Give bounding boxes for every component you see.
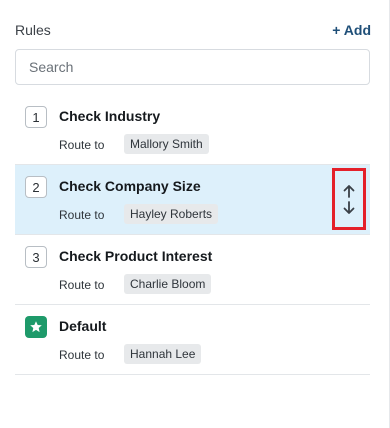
- rules-list: 1 Check Industry Route to Mallory Smith …: [15, 95, 370, 375]
- assignee-chip: Charlie Bloom: [124, 274, 212, 294]
- rule-number: 2: [25, 176, 47, 198]
- rule-name: Check Industry: [59, 108, 161, 124]
- move-down-arrow-icon[interactable]: [343, 200, 355, 215]
- assignee-chip: Hayley Roberts: [124, 204, 219, 224]
- rules-header: Rules + Add: [15, 20, 371, 40]
- route-label: Route to: [59, 348, 105, 362]
- rule-name: Check Product Interest: [59, 248, 213, 264]
- route-label: Route to: [59, 278, 105, 292]
- assignee-chip: Mallory Smith: [124, 134, 209, 154]
- route-label: Route to: [59, 138, 105, 152]
- rules-panel: Rules + Add 1 Check Industry Route to Ma…: [0, 0, 390, 428]
- default-badge: [25, 316, 47, 338]
- search-box[interactable]: [15, 49, 370, 85]
- move-up-arrow-icon[interactable]: [343, 184, 355, 198]
- assignee-chip: Hannah Lee: [124, 344, 202, 364]
- rules-title: Rules: [15, 22, 51, 38]
- rule-row-check-company-size[interactable]: 2 Check Company Size Route to Hayley Rob…: [15, 165, 370, 235]
- rule-row-check-product-interest[interactable]: 3 Check Product Interest Route to Charli…: [15, 235, 370, 305]
- rule-name: Check Company Size: [59, 178, 201, 194]
- route-label: Route to: [59, 208, 105, 222]
- search-input[interactable]: [29, 50, 356, 84]
- rule-number: 3: [25, 246, 47, 268]
- rule-row-default[interactable]: Default Route to Hannah Lee: [15, 305, 370, 375]
- rule-row-check-industry[interactable]: 1 Check Industry Route to Mallory Smith: [15, 95, 370, 165]
- star-icon: [30, 321, 42, 333]
- rule-name: Default: [59, 318, 107, 334]
- rule-number: 1: [25, 106, 47, 128]
- add-rule-button[interactable]: + Add: [332, 22, 371, 38]
- reorder-controls: [332, 168, 366, 230]
